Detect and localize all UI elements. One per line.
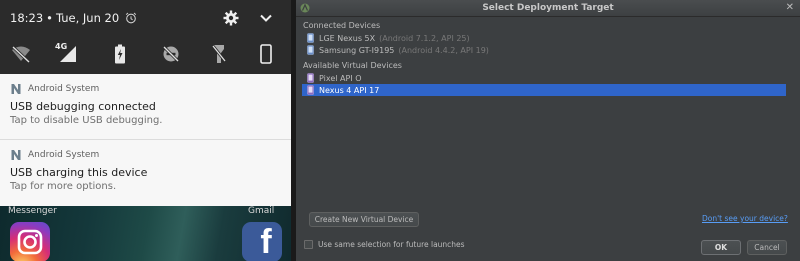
notification-text: Tap to disable USB debugging. [10, 115, 163, 126]
notification-app-name: Android System [28, 150, 100, 160]
connected-devices-header: Connected Devices [303, 21, 381, 30]
do-not-disturb-off-icon[interactable] [159, 42, 183, 66]
device-row-nexus-4-api-17[interactable]: Nexus 4 API 17 [302, 84, 786, 96]
dont-see-device-link[interactable]: Don't see your device? [702, 214, 788, 223]
ok-button[interactable]: OK [701, 240, 741, 255]
notification-usb-charging[interactable]: Android System USB charging this device … [0, 140, 291, 206]
notification-text: Tap for more options. [10, 181, 117, 192]
device-row-pixel-api-o[interactable]: Pixel API O [302, 72, 786, 84]
gear-icon[interactable] [223, 10, 239, 26]
notification-usb-debugging[interactable]: Android System USB debugging connected T… [0, 74, 291, 140]
same-selection-checkbox[interactable] [304, 240, 313, 249]
cancel-button[interactable]: Cancel [747, 240, 787, 255]
device-name: LGE Nexus 5X [319, 33, 376, 43]
notification-header: Android System [10, 149, 99, 161]
facebook-app-icon[interactable]: f [242, 222, 282, 261]
device-list: Connected Devices LGE Nexus 5X (Android … [302, 19, 792, 199]
virtual-devices-header: Available Virtual Devices [303, 61, 402, 70]
android-system-icon [11, 84, 21, 94]
notification-title: USB charging this device [10, 166, 148, 179]
flashlight-off-icon[interactable] [207, 42, 231, 66]
dock-label-messenger: Messenger [8, 206, 57, 216]
virtual-device-icon [307, 85, 314, 95]
notification-header: Android System [10, 83, 99, 95]
virtual-device-icon [307, 73, 314, 83]
dialog-titlebar[interactable]: Select Deployment Target ✕ [296, 0, 800, 17]
device-name: Pixel API O [319, 73, 362, 83]
device-screen-icon[interactable] [254, 42, 278, 66]
dock-label-gmail: Gmail [248, 206, 275, 216]
status-row: 18:23 • Tue, Jun 20 [10, 9, 137, 27]
signal-4g-label: 4G [55, 42, 68, 51]
notification-app-name: Android System [28, 84, 100, 94]
quick-settings-panel: 18:23 • Tue, Jun 20 4G [0, 0, 291, 74]
create-virtual-device-button[interactable]: Create New Virtual Device [309, 212, 419, 227]
android-system-icon [11, 150, 21, 160]
device-row-lge-nexus-5x[interactable]: LGE Nexus 5X (Android 7.1.2, API 25) [302, 32, 786, 44]
notification-title: USB debugging connected [10, 100, 156, 113]
device-detail: (Android 4.4.2, API 19) [398, 45, 489, 55]
device-row-samsung-gt-i9195[interactable]: Samsung GT-I9195 (Android 4.4.2, API 19) [302, 44, 786, 56]
device-detail: (Android 7.1.2, API 25) [379, 33, 470, 43]
select-deployment-target-dialog: Select Deployment Target ✕ Connected Dev… [296, 0, 800, 261]
chevron-down-icon[interactable] [259, 12, 273, 24]
close-icon[interactable]: ✕ [786, 2, 794, 13]
android-notification-shade: 18:23 • Tue, Jun 20 4G Android System US… [0, 0, 291, 261]
device-name: Samsung GT-I9195 [319, 45, 395, 55]
status-date: Tue, Jun 20 [55, 11, 120, 25]
signal-4g-icon[interactable]: 4G [55, 42, 79, 66]
dialog-title: Select Deployment Target [482, 3, 614, 13]
status-time: 18:23 [10, 11, 44, 25]
device-name: Nexus 4 API 17 [319, 85, 380, 95]
same-selection-label: Use same selection for future launches [318, 240, 465, 249]
status-separator: • [46, 11, 53, 25]
instagram-app-icon[interactable] [10, 222, 50, 261]
home-screen-wallpaper: Messenger Gmail f [0, 206, 291, 261]
quick-tiles-row: 4G [0, 42, 291, 66]
phone-device-icon [307, 33, 314, 43]
wifi-off-icon[interactable] [9, 42, 33, 66]
battery-icon[interactable] [108, 42, 132, 66]
phone-device-icon [307, 45, 314, 55]
same-selection-checkbox-row[interactable]: Use same selection for future launches [304, 240, 465, 249]
alarm-icon [126, 12, 137, 24]
